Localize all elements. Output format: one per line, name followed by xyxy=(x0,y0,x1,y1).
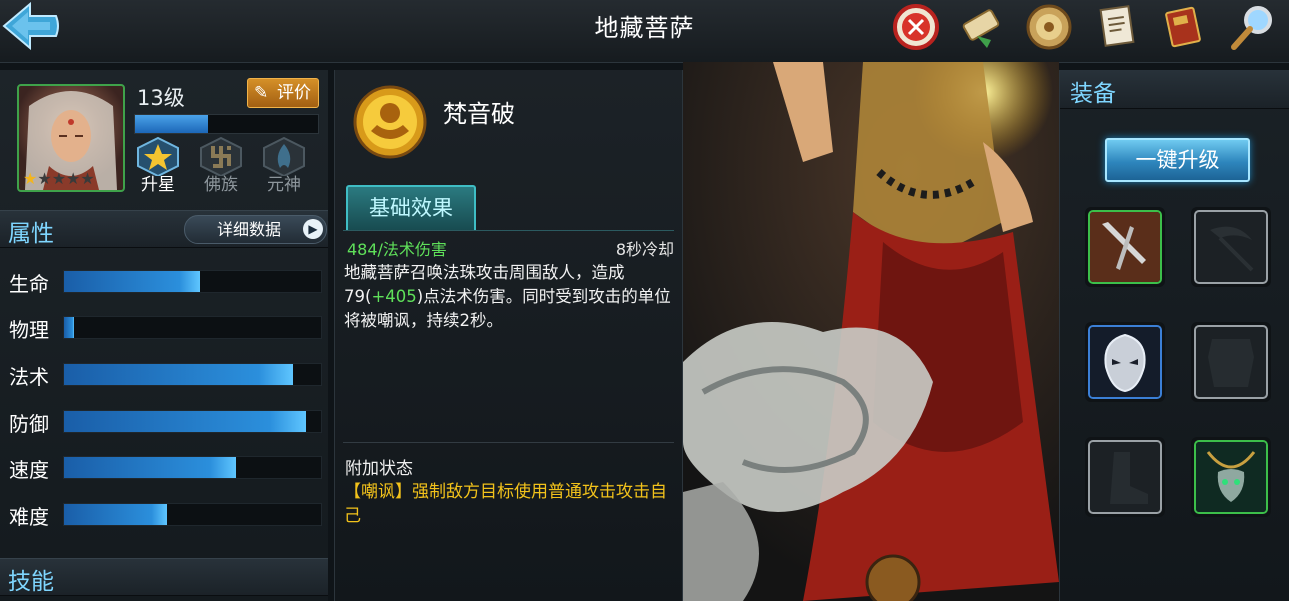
attr-bar xyxy=(63,410,322,433)
armor-icon xyxy=(1194,325,1268,399)
attr-row-defense: 防御 xyxy=(0,406,328,436)
attr-label: 速度 xyxy=(9,458,49,482)
equip-slot-empty-2[interactable] xyxy=(1191,322,1271,402)
equipment-header: 装备 xyxy=(1060,70,1289,109)
battle-seal-icon[interactable] xyxy=(891,2,941,52)
attr-bar-fill xyxy=(64,504,167,525)
skills-title: 技能 xyxy=(8,569,54,595)
document-icon[interactable] xyxy=(1093,2,1143,52)
skill-damage: 484/法术伤害 xyxy=(347,240,447,259)
star-rating: ★★★★★ xyxy=(23,169,95,188)
attr-row-difficulty: 难度 xyxy=(0,499,328,529)
skill-cooldown: 8秒冷却 xyxy=(615,240,674,259)
star-up-label: 升星 xyxy=(141,175,175,195)
equip-slot-mask[interactable] xyxy=(1085,322,1165,402)
equip-slot-empty-1[interactable] xyxy=(1191,207,1271,287)
equip-slot-empty-3[interactable] xyxy=(1085,437,1165,517)
attr-bar xyxy=(63,503,322,526)
attr-bar-fill xyxy=(64,317,75,338)
attr-row-physical: 物理 xyxy=(0,312,328,342)
scroll-icon[interactable] xyxy=(957,2,1007,52)
skill-description: 地藏菩萨召唤法珠攻击周围敌人，造成79(+405)点法术伤害。同时受到攻击的单位… xyxy=(344,261,677,333)
evaluate-label: 评价 xyxy=(277,83,311,103)
magnifier-icon[interactable] xyxy=(1228,2,1278,52)
evaluate-button[interactable]: ✎ 评价 xyxy=(247,78,319,108)
attributes-header: 属性 详细数据 ▶ xyxy=(0,210,328,248)
attr-label: 难度 xyxy=(9,505,49,529)
attr-row-magic: 法术 xyxy=(0,359,328,389)
hero-panel: ★★★★★ 13级 ✎ 评价 升星 佛族 元神 属性 详细数据 ▶ 生命 物理 … xyxy=(0,70,328,601)
attr-bar-fill xyxy=(64,457,237,478)
attr-label: 物理 xyxy=(9,318,49,342)
tab-divider xyxy=(343,230,674,231)
attr-label: 生命 xyxy=(9,272,49,296)
book-icon[interactable] xyxy=(1159,2,1209,52)
equipment-panel: 装备 一键升级 xyxy=(1059,70,1289,601)
attr-label: 防御 xyxy=(9,412,49,436)
attributes-title: 属性 xyxy=(8,221,54,247)
hero-level: 13级 xyxy=(137,86,185,110)
scythe-icon xyxy=(1194,210,1268,284)
section-divider xyxy=(343,442,674,443)
star-up-badge[interactable]: 升星 xyxy=(132,136,184,195)
attr-row-speed: 速度 xyxy=(0,452,328,482)
addon-status-text: 【嘲讽】强制敌方目标使用普通攻击攻击自己 xyxy=(344,482,667,526)
tab-basic-effect[interactable]: 基础效果 xyxy=(346,185,476,231)
equip-slot-necklace[interactable] xyxy=(1191,437,1271,517)
attr-bar xyxy=(63,363,322,386)
attr-row-hp: 生命 xyxy=(0,266,328,296)
skill-detail-panel: 梵音破 基础效果 484/法术伤害 8秒冷却 地藏菩萨召唤法珠攻击周围敌人，造成… xyxy=(334,70,683,601)
attr-bar xyxy=(63,456,322,479)
skills-header: 技能 xyxy=(0,558,328,596)
attr-bar xyxy=(63,316,322,339)
addon-status-title: 附加状态 xyxy=(345,459,413,479)
detail-data-label: 详细数据 xyxy=(217,220,282,239)
coin-medal-icon[interactable] xyxy=(1024,2,1074,52)
detail-data-button[interactable]: 详细数据 ▶ xyxy=(184,215,327,244)
hero-artwork xyxy=(683,62,1059,601)
boots-icon xyxy=(1088,440,1162,514)
soul-badge[interactable]: 元神 xyxy=(258,136,310,195)
soul-label: 元神 xyxy=(267,175,301,195)
skill-name: 梵音破 xyxy=(443,100,515,128)
desc-bonus: +405 xyxy=(371,287,417,306)
top-bar: 地藏菩萨 xyxy=(0,0,1289,63)
hero-portrait[interactable]: ★★★★★ xyxy=(17,84,125,192)
mask-icon xyxy=(1088,325,1162,399)
exp-bar-fill xyxy=(135,115,209,133)
skill-orb-icon[interactable] xyxy=(353,85,427,159)
attr-bar xyxy=(63,270,322,293)
equip-slot-dagger[interactable] xyxy=(1085,207,1165,287)
attr-bar-fill xyxy=(64,364,293,385)
arrow-right-icon: ▶ xyxy=(303,219,323,239)
pen-icon: ✎ xyxy=(254,83,269,103)
attr-bar-fill xyxy=(64,411,306,432)
attr-bar-fill xyxy=(64,271,201,292)
necklace-icon xyxy=(1194,440,1268,514)
one-click-upgrade-button[interactable]: 一键升级 xyxy=(1105,138,1250,182)
equipment-title: 装备 xyxy=(1070,81,1116,107)
buddha-clan-label: 佛族 xyxy=(204,175,238,195)
attr-label: 法术 xyxy=(9,365,49,389)
buddha-clan-badge[interactable]: 佛族 xyxy=(195,136,247,195)
dagger-icon xyxy=(1088,210,1162,284)
exp-bar xyxy=(134,114,319,134)
